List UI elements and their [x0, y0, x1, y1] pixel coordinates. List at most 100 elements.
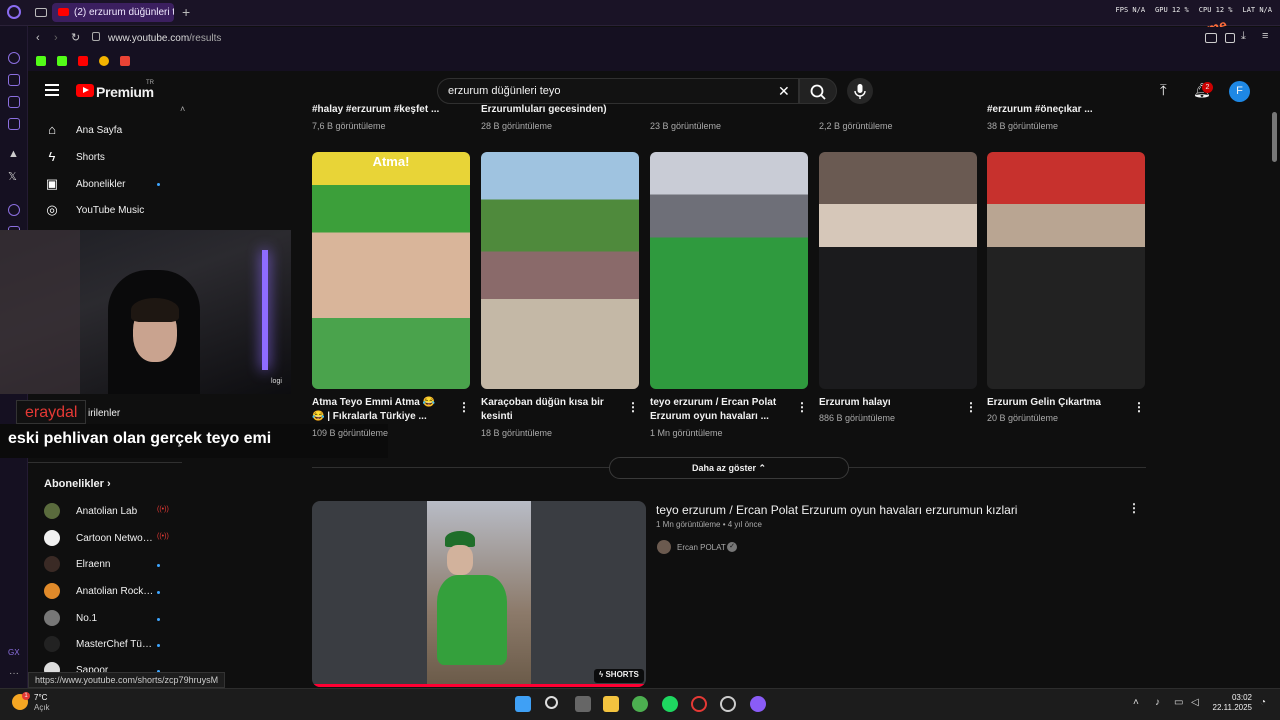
subscription-item[interactable]: Anatolian Rocka... [44, 583, 194, 601]
messenger-icon[interactable] [8, 96, 20, 108]
workspace-icon[interactable] [35, 8, 47, 17]
chrome-bookmark-icon[interactable] [99, 56, 109, 66]
twitch-icon[interactable] [8, 118, 20, 130]
channel-avatar[interactable] [657, 540, 671, 554]
short-title[interactable]: Erzurum Gelin Çıkartma [987, 396, 1125, 410]
short-card[interactable]: teyo erzurum / Ercan Polat Erzurum oyun … [650, 152, 808, 438]
sidebar-item-youtube-music[interactable]: ◎ YouTube Music [44, 201, 194, 221]
show-less-button[interactable]: Daha az göster ⌃ [609, 457, 849, 479]
reload-icon[interactable]: ↻ [71, 31, 80, 44]
youtube-bookmark-icon[interactable] [78, 56, 88, 66]
subscription-item[interactable]: Elraenn [44, 556, 194, 574]
subscriptions-heading[interactable]: Abonelikler › [44, 478, 111, 490]
subscription-label: Cartoon Network... [76, 533, 154, 544]
player-icon[interactable] [8, 204, 20, 216]
chrome-icon[interactable] [632, 696, 648, 712]
subscription-item[interactable]: Anatolian Lab ((•)) [44, 503, 194, 521]
short-thumbnail[interactable] [987, 152, 1145, 389]
short-title[interactable]: Erzurum halayı [819, 396, 957, 410]
task-view-icon[interactable] [575, 696, 591, 712]
short-more-icon[interactable]: ⋮ [627, 400, 639, 414]
sidebar-item-home[interactable]: ⌂ Ana Sayfa [44, 121, 194, 141]
subscription-item[interactable]: No.1 [44, 610, 194, 628]
result-title[interactable]: teyo erzurum / Ercan Polat Erzurum oyun … [656, 503, 1017, 517]
opera-logo-icon[interactable] [7, 5, 21, 19]
sidebar-item-shorts[interactable]: ϟ Shorts [44, 148, 194, 168]
menu-icon[interactable]: ≡ [1262, 30, 1268, 42]
tray-network-icon[interactable]: ▭ [1174, 697, 1183, 708]
channel-avatar [44, 662, 60, 672]
page-scrollbar[interactable] [1272, 112, 1278, 688]
short-card[interactable]: Atma! Atma Teyo Emmi Atma 😂 😂 | Fıkralarl… [312, 152, 470, 438]
shorts-badge: ϟ SHORTS [594, 669, 644, 683]
short-card[interactable]: Karaçoban düğün kısa bir kesinti 18 B gör… [481, 152, 639, 438]
short-thumbnail[interactable] [650, 152, 808, 389]
file-explorer-icon[interactable] [603, 696, 619, 712]
short-more-icon[interactable]: ⋮ [1133, 400, 1145, 414]
weather-widget[interactable]: 7°C Açık [34, 693, 50, 713]
voice-search-button[interactable] [847, 78, 873, 104]
short-card[interactable]: Erzurum Gelin Çıkartma 20 B görüntüleme ⋮ [987, 152, 1145, 423]
result-thumbnail[interactable] [312, 501, 646, 687]
premium-logo[interactable]: Premium [96, 84, 154, 100]
extensions-icon[interactable] [1205, 33, 1217, 43]
x-icon[interactable]: 𝕏 [8, 170, 17, 183]
search-taskbar-icon[interactable] [545, 696, 558, 709]
active-tab[interactable]: (2) erzurum düğünleri teyo [52, 3, 174, 22]
scrollbar-thumb[interactable] [1272, 112, 1277, 162]
spotify-icon[interactable] [662, 696, 678, 712]
forward-icon[interactable]: › [54, 32, 58, 44]
notification-center-icon[interactable]: ◔ [1260, 697, 1266, 708]
subscription-item[interactable]: MasterChef Türk... [44, 636, 194, 654]
search-button[interactable] [799, 78, 837, 104]
subscription-item[interactable]: Sapoor [44, 662, 194, 672]
channel-name[interactable]: Ercan POLAT [677, 543, 726, 552]
opera-icon[interactable] [750, 696, 766, 712]
account-avatar[interactable]: F [1229, 81, 1250, 102]
short-thumbnail[interactable]: Atma! [312, 152, 470, 389]
gmail-bookmark-icon[interactable] [120, 56, 130, 66]
short-card[interactable]: Erzurum halayı 886 B görüntüleme ⋮ [819, 152, 977, 423]
short-more-icon[interactable]: ⋮ [796, 400, 808, 414]
collapse-chevron-icon[interactable]: ˄ [180, 104, 185, 114]
hamburger-menu-icon[interactable] [45, 84, 59, 96]
subscription-item[interactable]: Cartoon Network... ((•)) [44, 530, 194, 548]
tray-mic-icon[interactable]: ♪ [1155, 697, 1160, 708]
result-more-icon[interactable]: ⋮ [1128, 501, 1140, 515]
create-icon[interactable]: ⤒ [1160, 82, 1167, 99]
kick2-bookmark-icon[interactable] [57, 56, 67, 66]
sidebar-partial-label[interactable]: irilenler [88, 408, 120, 419]
short-title[interactable]: Atma Teyo Emmi Atma 😂 😂 | Fıkralarla Tür… [312, 396, 450, 424]
download-icon[interactable]: ⤓ [1241, 30, 1246, 43]
short-thumbnail[interactable] [819, 152, 977, 389]
previous-video-title[interactable]: Erzurumluları gecesinden) [481, 104, 607, 114]
opera-gx-icon[interactable] [691, 696, 707, 712]
url-field[interactable]: www.youtube.com/results [108, 33, 221, 44]
gx-icon[interactable]: GX [8, 648, 20, 657]
search-query[interactable]: erzurum düğünleri teyo [448, 85, 561, 97]
tray-chevron-icon[interactable]: ˄ [1133, 697, 1139, 708]
tray-volume-icon[interactable]: ◁ [1191, 697, 1199, 708]
short-more-icon[interactable]: ⋮ [965, 400, 977, 414]
new-tab-button[interactable]: + [182, 4, 190, 20]
short-more-icon[interactable]: ⋮ [458, 400, 470, 414]
aria-icon[interactable] [8, 52, 20, 64]
new-content-dot [157, 564, 160, 567]
snapshot-icon[interactable] [1225, 33, 1235, 43]
previous-video-title[interactable]: #erzurum #öneçıkar ... [987, 104, 1093, 114]
short-thumbnail[interactable] [481, 152, 639, 389]
short-title[interactable]: teyo erzurum / Ercan Polat Erzurum oyun … [650, 396, 788, 424]
sidebar-item-subscriptions[interactable]: ▣ Abonelikler [44, 175, 194, 195]
previous-video-title[interactable]: #halay #erzurum #keşfet ... [312, 104, 439, 114]
kick-bookmark-icon[interactable] [36, 56, 46, 66]
obs-icon[interactable] [720, 696, 736, 712]
youtube-logo-icon[interactable] [76, 84, 94, 97]
windows-start-icon[interactable] [515, 696, 531, 712]
clear-search-icon[interactable]: ✕ [778, 83, 790, 100]
bag-icon[interactable] [8, 74, 20, 86]
more-icon[interactable]: ··· [9, 668, 19, 679]
taskbar-clock[interactable]: 03:02 22.11.2025 [1212, 693, 1252, 713]
back-icon[interactable]: ‹ [36, 32, 40, 44]
short-title[interactable]: Karaçoban düğün kısa bir kesinti [481, 396, 619, 424]
arrow-icon[interactable]: ▲ [8, 148, 19, 160]
